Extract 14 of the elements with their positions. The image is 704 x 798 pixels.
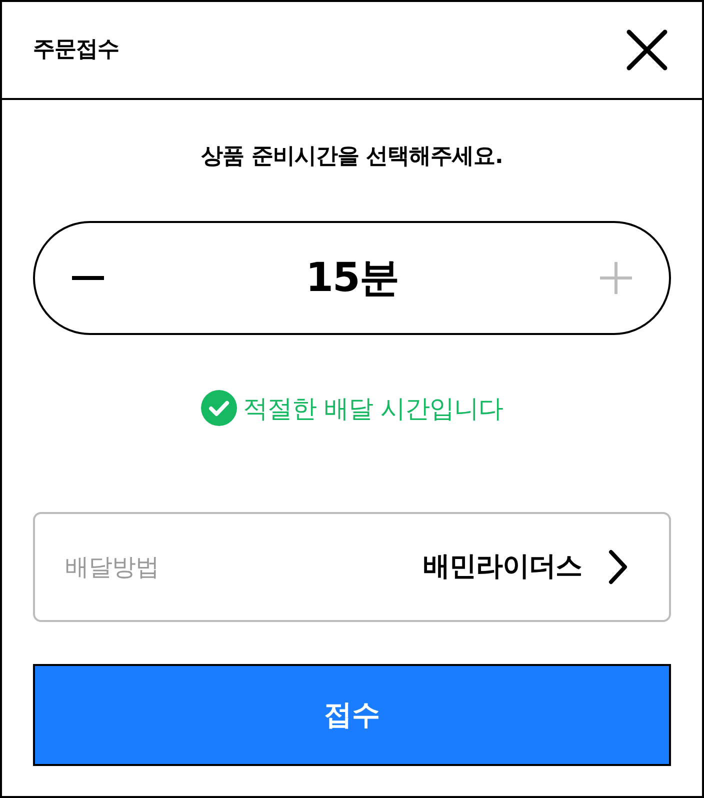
close-button[interactable] [626, 29, 668, 71]
window-title: 주문접수 [33, 36, 119, 64]
plus-icon [600, 262, 632, 294]
chevron-right-icon [608, 549, 628, 585]
decrease-button[interactable] [72, 276, 104, 280]
submit-button[interactable]: 접수 [33, 664, 671, 766]
status-message: 적절한 배달 시간입니다 [243, 396, 503, 420]
delivery-method-label: 배달방법 [65, 552, 159, 583]
delivery-method-row[interactable]: 배달방법 배민라이더스 [33, 512, 671, 622]
delivery-method-value: 배민라이더스 [423, 550, 582, 584]
stepper-value: 15분 [306, 258, 398, 298]
close-icon [626, 29, 668, 71]
minus-icon [72, 276, 104, 280]
prompt-text: 상품 준비시간을 선택해주세요. [200, 143, 504, 171]
